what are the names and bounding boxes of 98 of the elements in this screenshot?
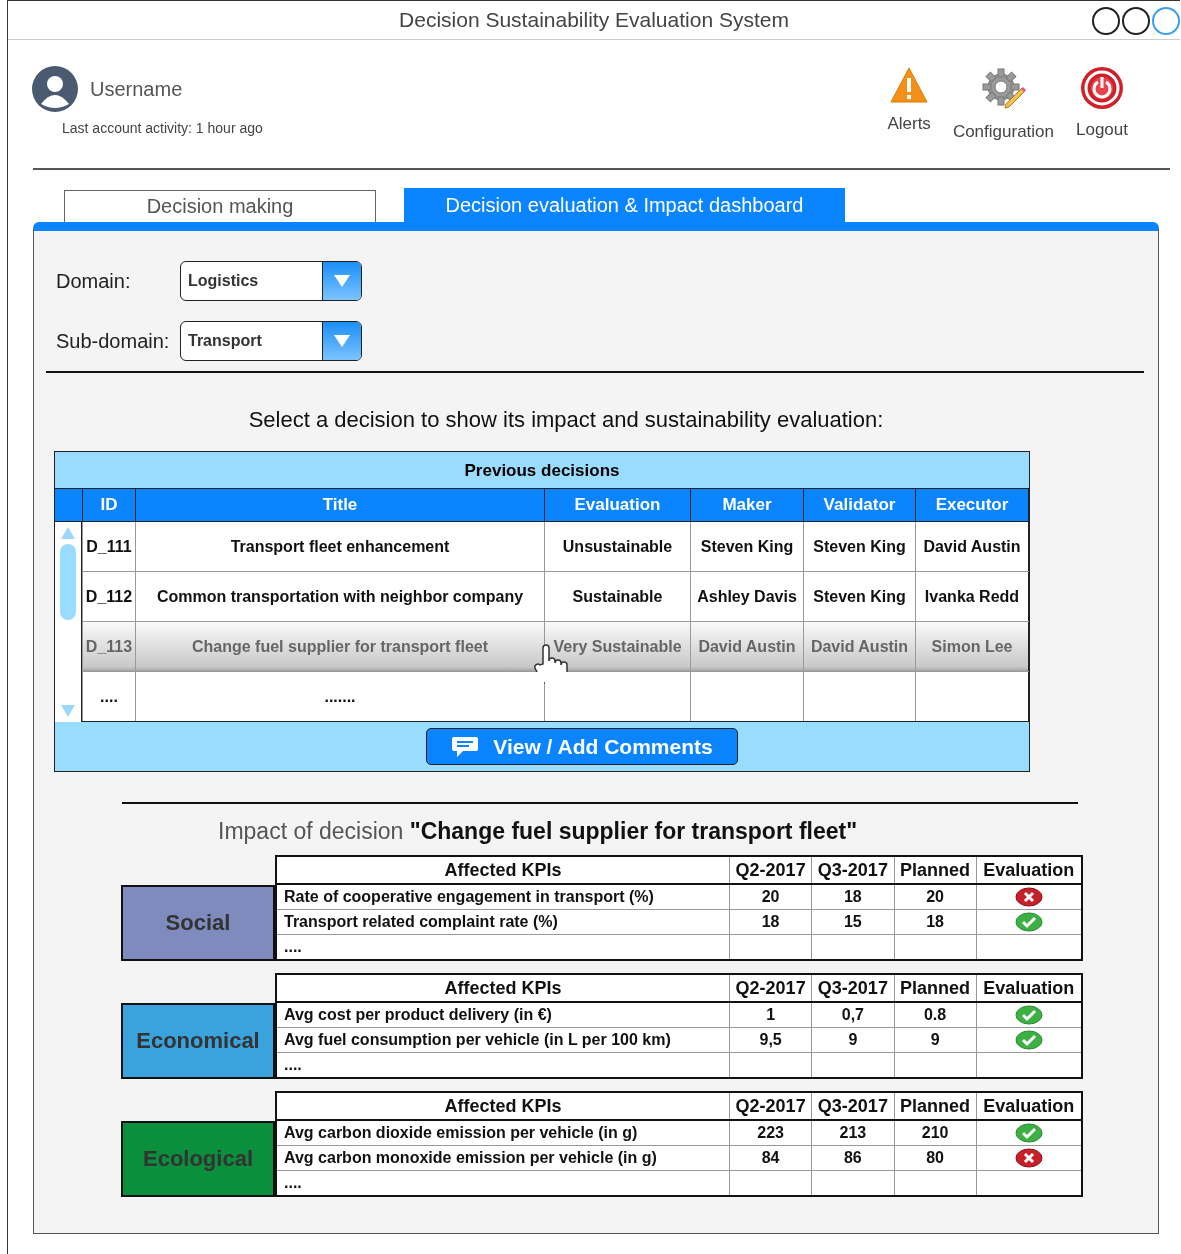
impact-heading: Impact of decision "Change fuel supplier for transport fleet" bbox=[218, 818, 859, 845]
table-cell: 9,5 bbox=[759, 1031, 782, 1048]
more-rows-text: .... bbox=[284, 1174, 302, 1191]
kpi-name: Avg carbon monoxide emission per vehicle (in g) bbox=[284, 1149, 657, 1166]
column-header: Q3-2017 bbox=[811, 1092, 894, 1120]
table-cell: 223 bbox=[757, 1124, 784, 1141]
table-cell: Simon Lee bbox=[915, 621, 1029, 672]
kpi-name: Avg carbon dioxide emission per vehicle (in g) bbox=[284, 1124, 638, 1141]
table-cell: D_113 bbox=[82, 621, 136, 672]
power-icon bbox=[1080, 66, 1124, 110]
window-control-icon[interactable] bbox=[1122, 7, 1150, 35]
table-cell: 18 bbox=[843, 888, 862, 905]
warning-icon bbox=[889, 66, 930, 104]
table-cell: Steven King bbox=[803, 521, 916, 572]
window-title: Decision Sustainability Evaluation System bbox=[399, 8, 789, 32]
table-cell: D_111 bbox=[82, 521, 136, 572]
caret-icon bbox=[333, 334, 351, 348]
scroll-down-icon[interactable] bbox=[60, 704, 76, 718]
column-header: Affected KPIs bbox=[276, 856, 730, 884]
last-activity-text: Last account activity: 1 hour ago bbox=[62, 120, 263, 136]
column-header: Title bbox=[135, 488, 545, 522]
tab[interactable]: Decision making bbox=[64, 190, 376, 222]
filter-label: Sub-domain: bbox=[56, 329, 171, 353]
dropdown[interactable]: Logistics bbox=[180, 261, 362, 301]
more-rows-text: .... bbox=[284, 938, 302, 955]
column-header: Affected KPIs bbox=[276, 974, 730, 1002]
table-cell: David Austin bbox=[915, 521, 1029, 572]
logout-button[interactable]: Logout bbox=[1076, 66, 1128, 140]
column-header: Validator bbox=[803, 488, 916, 522]
alerts-button[interactable]: Alerts bbox=[887, 66, 931, 134]
more-rows-text: .... bbox=[284, 1056, 302, 1073]
table-cell: Ivanka Redd bbox=[915, 571, 1029, 622]
scrollbar[interactable] bbox=[55, 521, 82, 722]
table-cell: 18 bbox=[926, 913, 944, 930]
column-header: ID bbox=[82, 488, 136, 522]
username: Username bbox=[90, 77, 183, 101]
column-header: Q2-2017 bbox=[729, 856, 812, 884]
table-cell: 20 bbox=[761, 888, 780, 905]
table-cell: 210 bbox=[921, 1124, 949, 1141]
kpi-name: Rate of cooperative engagement in transport (%) bbox=[284, 888, 654, 905]
view-comments-button[interactable]: View / Add Comments bbox=[426, 728, 738, 765]
gear-pencil-icon bbox=[980, 66, 1027, 112]
column-header: Evaluation bbox=[544, 488, 691, 522]
category-label: Ecological bbox=[121, 1121, 275, 1197]
category-label: Social bbox=[121, 885, 275, 961]
table-cell: 20 bbox=[926, 888, 944, 905]
column-header: Q2-2017 bbox=[729, 974, 812, 1002]
table-cell: 80 bbox=[926, 1149, 944, 1166]
column-header: Planned bbox=[894, 856, 977, 884]
table-cell: Steven King bbox=[690, 521, 804, 572]
table-cell: 18 bbox=[761, 913, 780, 930]
table-cell: David Austin bbox=[690, 621, 804, 672]
table-row[interactable]: D_111 Transport fleet enhancement Unsustainable Steven King Steven King David Austin bbox=[82, 521, 1029, 572]
table-cell: Transport fleet enhancement bbox=[135, 521, 545, 572]
column-header: Maker bbox=[690, 488, 804, 522]
kpi-name: Avg cost per product delivery (in €) bbox=[284, 1006, 552, 1023]
speech-bubble-icon bbox=[451, 734, 480, 759]
table-cell: Sustainable bbox=[544, 571, 691, 622]
table-cell: David Austin bbox=[803, 621, 916, 672]
table-row[interactable]: .... ....... bbox=[82, 671, 1029, 722]
table-cell: 9 bbox=[848, 1031, 858, 1048]
table-cell: .... bbox=[82, 671, 136, 722]
table-cell: Ashley Davis bbox=[690, 571, 804, 622]
category-label: Economical bbox=[121, 1003, 275, 1079]
scroll-thumb[interactable] bbox=[60, 544, 76, 620]
table-cell: 0.8 bbox=[923, 1006, 947, 1023]
instruction-text: Select a decision to show its impact and sustainability evaluation: bbox=[247, 407, 885, 433]
table-cell: 9 bbox=[930, 1031, 940, 1048]
table-cell: 1 bbox=[766, 1006, 776, 1023]
window-control-icon[interactable] bbox=[1092, 7, 1120, 35]
table-title: Previous decisions bbox=[463, 460, 621, 482]
column-header: Q3-2017 bbox=[811, 974, 894, 1002]
column-header: Executor bbox=[915, 488, 1029, 522]
table-cell: Common transportation with neighbor company bbox=[135, 571, 545, 622]
table-cell: 86 bbox=[843, 1149, 862, 1166]
column-header: Affected KPIs bbox=[276, 1092, 730, 1120]
kpi-name: Transport related complaint rate (%) bbox=[284, 913, 558, 930]
table-cell: Steven King bbox=[803, 571, 916, 622]
table-cell: 15 bbox=[843, 913, 862, 930]
table-cell: 0,7 bbox=[841, 1006, 864, 1023]
table-cell: Unsustainable bbox=[544, 521, 691, 572]
tab[interactable]: Decision evaluation & Impact dashboard bbox=[404, 188, 845, 222]
caret-icon bbox=[333, 274, 351, 288]
column-header: Q3-2017 bbox=[811, 856, 894, 884]
table-cell: D_112 bbox=[82, 571, 136, 622]
user-avatar-icon bbox=[32, 66, 78, 112]
table-row[interactable]: D_112 Common transportation with neighbor company Sustainable Ashley Davis Steven King Ivanka Redd bbox=[82, 571, 1029, 622]
kpi-name: Avg fuel consumption per vehicle (in L per 100 km) bbox=[284, 1031, 671, 1048]
configuration-button[interactable]: Configuration bbox=[952, 66, 1054, 142]
table-cell: ....... bbox=[135, 671, 545, 722]
column-header: Planned bbox=[894, 974, 977, 1002]
filter-label: Domain: bbox=[56, 269, 132, 293]
table-cell: 213 bbox=[839, 1124, 867, 1141]
scroll-up-icon[interactable] bbox=[60, 526, 76, 540]
dropdown[interactable]: Transport bbox=[180, 321, 362, 361]
column-header: Planned bbox=[894, 1092, 977, 1120]
column-header: Q2-2017 bbox=[729, 1092, 812, 1120]
table-cell: 84 bbox=[761, 1149, 780, 1166]
